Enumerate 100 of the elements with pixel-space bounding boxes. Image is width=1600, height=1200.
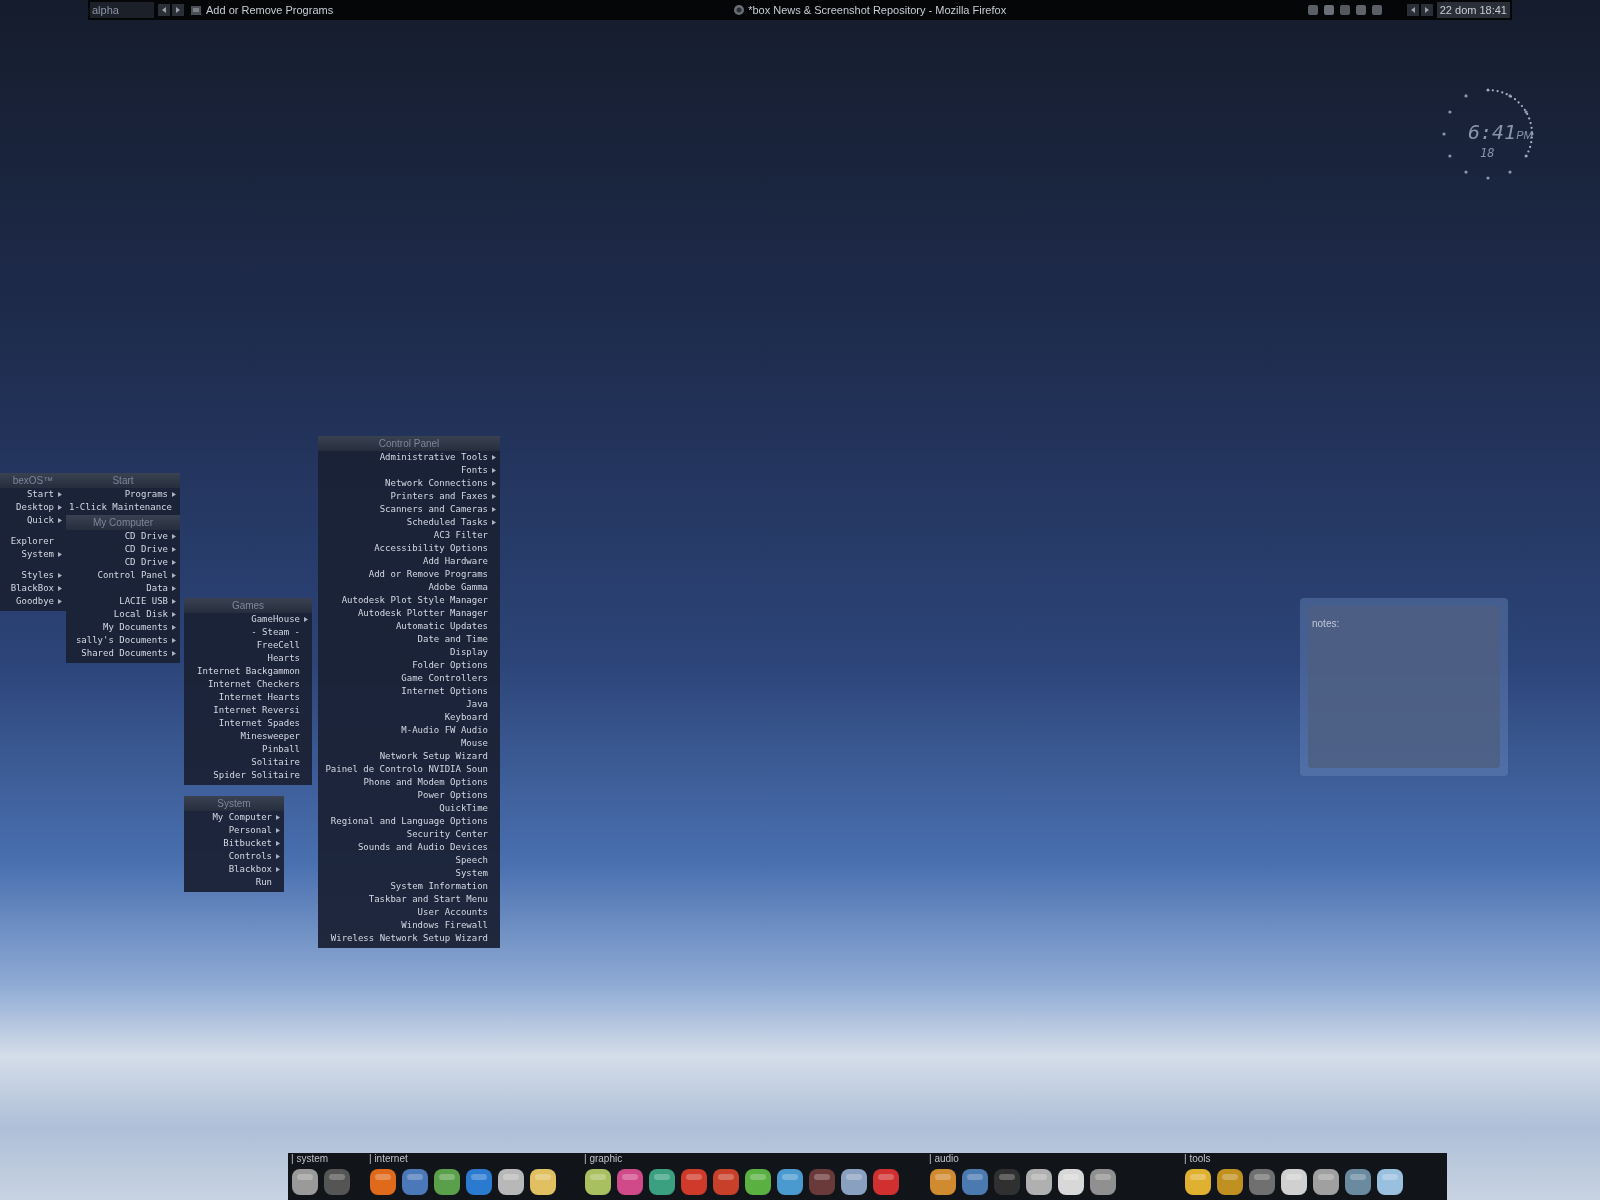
menu-item[interactable]: Display bbox=[318, 646, 500, 659]
menu-item[interactable]: Hearts bbox=[184, 652, 312, 665]
menu-item[interactable]: Regional and Language Options bbox=[318, 815, 500, 828]
menu-item[interactable]: User Accounts bbox=[318, 906, 500, 919]
app-icon[interactable] bbox=[648, 1168, 676, 1196]
menu-item[interactable]: Run bbox=[184, 876, 284, 889]
menu-item[interactable]: LACIE USB bbox=[66, 595, 180, 608]
menu-item[interactable]: Security Center bbox=[318, 828, 500, 841]
menu-item[interactable]: System bbox=[0, 548, 66, 561]
menu-item[interactable]: Sounds and Audio Devices bbox=[318, 841, 500, 854]
app-icon[interactable] bbox=[433, 1168, 461, 1196]
menu-item[interactable]: Internet Checkers bbox=[184, 678, 312, 691]
menu-item[interactable]: Printers and Faxes bbox=[318, 490, 500, 503]
menu-item[interactable]: Game Controllers bbox=[318, 672, 500, 685]
menu-item[interactable]: Solitaire bbox=[184, 756, 312, 769]
app-icon[interactable] bbox=[584, 1168, 612, 1196]
menu-item[interactable]: Programs bbox=[66, 488, 180, 501]
menu-item[interactable]: Blackbox bbox=[184, 863, 284, 876]
menu-item[interactable]: My Computer bbox=[184, 811, 284, 824]
app-icon[interactable] bbox=[1248, 1168, 1276, 1196]
app-icon[interactable] bbox=[929, 1168, 957, 1196]
app-icon[interactable] bbox=[1089, 1168, 1117, 1196]
menu-item[interactable]: Network Setup Wizard bbox=[318, 750, 500, 763]
previous-workspace-icon[interactable] bbox=[158, 4, 170, 16]
menu-item[interactable]: Start bbox=[0, 488, 66, 501]
menu-item[interactable]: Autodesk Plotter Manager bbox=[318, 607, 500, 620]
menu-item[interactable]: - Steam - bbox=[184, 626, 312, 639]
menu-item[interactable]: Add Hardware bbox=[318, 555, 500, 568]
menu-item[interactable]: Phone and Modem Options bbox=[318, 776, 500, 789]
app-icon[interactable] bbox=[1025, 1168, 1053, 1196]
tray-icon[interactable] bbox=[1370, 4, 1383, 16]
app-icon[interactable] bbox=[744, 1168, 772, 1196]
menu-item[interactable]: System bbox=[318, 867, 500, 880]
menu-item[interactable]: Autodesk Plot Style Manager bbox=[318, 594, 500, 607]
menu-item[interactable]: Data bbox=[66, 582, 180, 595]
menu-item[interactable]: QuickTime bbox=[318, 802, 500, 815]
menu-item[interactable]: Adobe Gamma bbox=[318, 581, 500, 594]
previous-window-icon[interactable] bbox=[1406, 4, 1419, 16]
menu-item[interactable]: CD Drive bbox=[66, 543, 180, 556]
workspace-field[interactable]: alpha bbox=[90, 2, 154, 18]
app-icon[interactable] bbox=[1057, 1168, 1085, 1196]
next-workspace-icon[interactable] bbox=[172, 4, 184, 16]
menu-item[interactable]: Spider Solitaire bbox=[184, 769, 312, 782]
window-label[interactable]: Add or Remove Programs bbox=[206, 1, 334, 19]
menu-item[interactable]: Power Options bbox=[318, 789, 500, 802]
next-window-icon[interactable] bbox=[1420, 4, 1433, 16]
menu-item[interactable]: Goodbye bbox=[0, 595, 66, 608]
menu-item[interactable]: Internet Options bbox=[318, 685, 500, 698]
menu-item[interactable]: Folder Options bbox=[318, 659, 500, 672]
menu-item[interactable]: Desktop bbox=[0, 501, 66, 514]
app-icon[interactable] bbox=[1280, 1168, 1308, 1196]
app-icon[interactable] bbox=[529, 1168, 557, 1196]
app-icon[interactable] bbox=[1184, 1168, 1212, 1196]
app-icon[interactable] bbox=[369, 1168, 397, 1196]
menu-item[interactable]: Shared Documents bbox=[66, 647, 180, 660]
menu-item[interactable]: Pinball bbox=[184, 743, 312, 756]
menu-item[interactable]: My Documents bbox=[66, 621, 180, 634]
menu-item[interactable]: Bitbucket bbox=[184, 837, 284, 850]
app-icon[interactable] bbox=[961, 1168, 989, 1196]
menu-item[interactable]: Styles bbox=[0, 569, 66, 582]
app-icon[interactable] bbox=[616, 1168, 644, 1196]
menu-item[interactable]: Quick bbox=[0, 514, 66, 527]
app-icon[interactable] bbox=[291, 1168, 319, 1196]
menu-item[interactable]: sally's Documents bbox=[66, 634, 180, 647]
menu-item[interactable]: Local Disk bbox=[66, 608, 180, 621]
menu-item[interactable]: Scanners and Cameras bbox=[318, 503, 500, 516]
app-icon[interactable] bbox=[1216, 1168, 1244, 1196]
menu-item[interactable]: Control Panel bbox=[66, 569, 180, 582]
tray-icon[interactable] bbox=[1306, 4, 1319, 16]
app-icon[interactable] bbox=[776, 1168, 804, 1196]
menu-item[interactable]: CD Drive bbox=[66, 530, 180, 543]
menu-item[interactable]: Explorer bbox=[0, 535, 66, 548]
menu-item[interactable]: Taskbar and Start Menu bbox=[318, 893, 500, 906]
menu-item[interactable]: Date and Time bbox=[318, 633, 500, 646]
menu-item[interactable]: Internet Hearts bbox=[184, 691, 312, 704]
menu-item[interactable]: Internet Spades bbox=[184, 717, 312, 730]
menu-item[interactable]: Administrative Tools bbox=[318, 451, 500, 464]
app-icon[interactable] bbox=[840, 1168, 868, 1196]
tray-icon[interactable] bbox=[1322, 4, 1335, 16]
menu-item[interactable]: 1-Click Maintenance bbox=[66, 501, 180, 514]
menu-item[interactable]: Windows Firewall bbox=[318, 919, 500, 932]
menu-item[interactable]: Automatic Updates bbox=[318, 620, 500, 633]
menu-item[interactable]: AC3 Filter bbox=[318, 529, 500, 542]
menu-item[interactable]: Personal bbox=[184, 824, 284, 837]
menu-item[interactable]: Accessibility Options bbox=[318, 542, 500, 555]
app-icon[interactable] bbox=[1344, 1168, 1372, 1196]
app-icon[interactable] bbox=[465, 1168, 493, 1196]
menu-item[interactable]: System Information bbox=[318, 880, 500, 893]
menu-item[interactable]: Painel de Controlo NVIDIA Soun bbox=[318, 763, 500, 776]
app-icon[interactable] bbox=[401, 1168, 429, 1196]
menu-item[interactable]: Wireless Network Setup Wizard bbox=[318, 932, 500, 945]
menu-item[interactable]: Network Connections bbox=[318, 477, 500, 490]
app-icon[interactable] bbox=[1312, 1168, 1340, 1196]
menu-item[interactable]: Add or Remove Programs bbox=[318, 568, 500, 581]
menu-item[interactable]: Scheduled Tasks bbox=[318, 516, 500, 529]
notes-field[interactable]: notes: bbox=[1308, 606, 1500, 768]
menu-item[interactable]: GameHouse bbox=[184, 613, 312, 626]
tray-icon[interactable] bbox=[1338, 4, 1351, 16]
menu-item[interactable]: Java bbox=[318, 698, 500, 711]
menu-item[interactable]: BlackBox bbox=[0, 582, 66, 595]
